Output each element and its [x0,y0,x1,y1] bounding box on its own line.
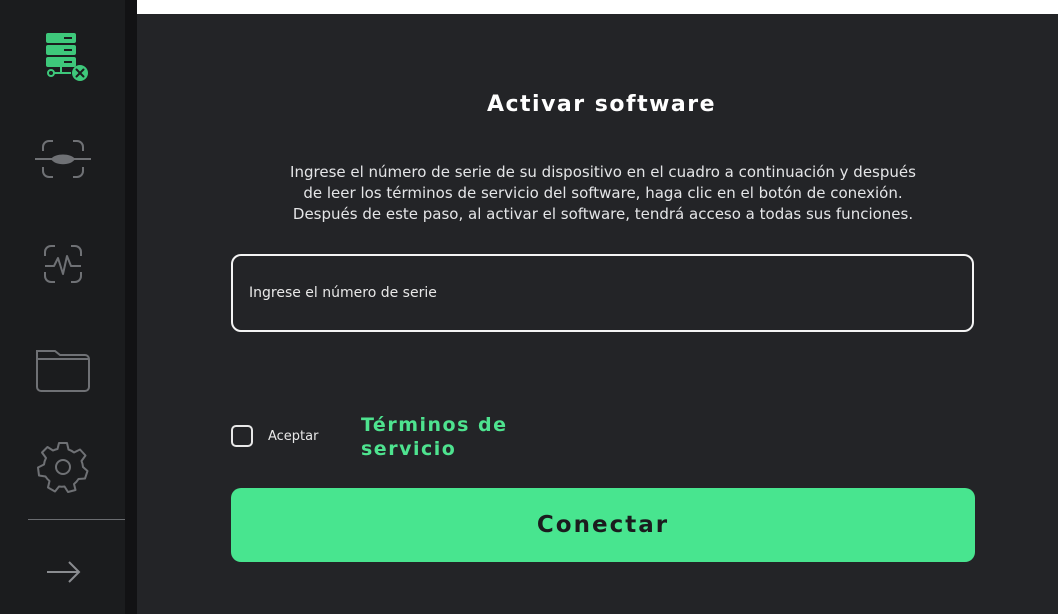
sidebar-item-pulse[interactable] [22,229,104,299]
accept-checkbox[interactable] [231,425,253,447]
scan-icon [35,140,91,178]
page-title: Activar software [486,92,717,117]
accept-label: Aceptar [268,428,319,444]
folder-icon [36,350,90,392]
connect-button[interactable]: Conectar [231,488,975,562]
serial-number-input[interactable] [231,254,974,332]
sidebar-item-next[interactable] [22,537,104,607]
sidebar-item-scan[interactable] [22,124,104,194]
pulse-monitor-icon [44,245,82,283]
sidebar-separator [125,0,137,614]
sidebar-item-settings[interactable] [22,432,104,502]
sidebar-divider [28,519,125,520]
accept-terms-row: Aceptar [231,425,318,447]
gear-icon [37,442,89,493]
instructions-text: Ingrese el número de serie de su disposi… [290,163,916,223]
sidebar-item-server[interactable] [22,20,104,90]
main-panel: Activar software Ingrese el número de se… [137,14,1058,614]
activation-screen: Activar software Ingrese el número de se… [0,0,1058,614]
arrow-right-icon [47,561,81,583]
server-disconnected-icon [46,33,88,81]
terms-of-service-link[interactable]: Términos de servicio [361,413,551,461]
sidebar-item-files[interactable] [22,332,104,402]
sidebar [0,0,125,614]
